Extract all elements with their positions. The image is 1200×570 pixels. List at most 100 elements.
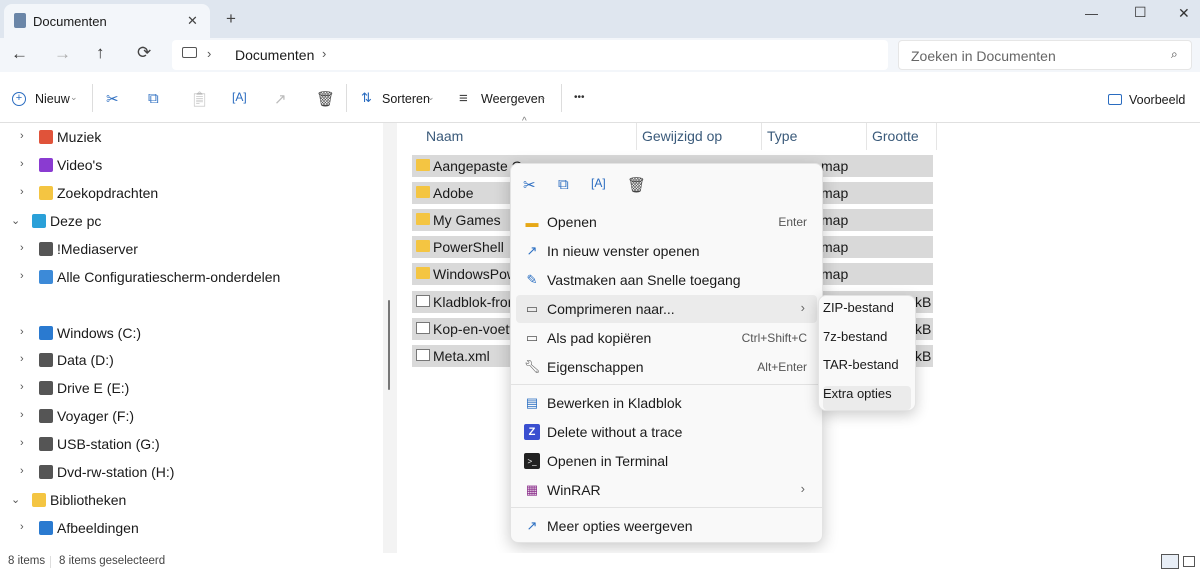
command-bar: + Nieuw ⌄ ✂ ⧉ 📋︎ [A] ↗ 🗑︎ ⇅ Sorteren ⌄ ≡…: [0, 72, 1200, 123]
file-size: kB: [915, 293, 932, 310]
sidebar-item-bibliotheken[interactable]: ⌄ Bibliotheken: [0, 488, 380, 512]
windows-drive-icon: [39, 326, 53, 340]
sidebar-item-windows-c[interactable]: › Windows (C:): [0, 321, 380, 345]
file-type: map: [821, 158, 849, 174]
menu-item-eigenschappen[interactable]: 🔧︎ Eigenschappen Alt+Enter: [516, 353, 817, 381]
menu-item-label: Meer opties weergeven: [547, 518, 693, 534]
paste-icon[interactable]: 📋︎: [190, 90, 209, 108]
view-button[interactable]: Weergeven: [481, 92, 545, 106]
file-type: map: [821, 212, 849, 229]
tab-close-icon[interactable]: ✕: [187, 13, 198, 29]
submenu-item-label: TAR-bestand: [823, 357, 899, 373]
chevron-down-icon[interactable]: ⌄: [11, 493, 20, 506]
submenu-item-extra-opties[interactable]: Extra opties: [823, 386, 911, 411]
rename-icon[interactable]: [A]: [591, 176, 606, 190]
sidebar-item-drive-e-e[interactable]: › Drive E (E:): [0, 376, 380, 400]
back-button[interactable]: ←: [11, 44, 28, 64]
column-size[interactable]: Grootte: [872, 128, 919, 144]
sidebar-item-data-d[interactable]: › Data (D:): [0, 348, 380, 372]
menu-item-als-pad-kopi-ren[interactable]: ▭ Als pad kopiëren Ctrl+Shift+C: [516, 324, 817, 352]
scrollbar-thumb[interactable]: [388, 300, 390, 390]
sidebar-item-zoekopdrachten[interactable]: › Zoekopdrachten: [0, 181, 380, 205]
chevron-right-icon[interactable]: ›: [20, 158, 24, 170]
copy-icon[interactable]: ⧉: [558, 176, 569, 193]
chevron-right-icon[interactable]: ›: [20, 242, 24, 254]
chevron-right-icon[interactable]: ›: [20, 353, 24, 365]
sidebar-item--mediaserver[interactable]: › !Mediaserver: [0, 237, 380, 261]
menu-item-vastmaken-aan-snelle-toegang[interactable]: ✎ Vastmaken aan Snelle toegang: [516, 266, 817, 294]
up-button[interactable]: ↑: [96, 43, 105, 63]
preview-button[interactable]: Voorbeeld: [1129, 93, 1185, 107]
menu-item-openen-in-terminal[interactable]: >_ Openen in Terminal: [516, 447, 817, 475]
rename-icon[interactable]: [A]: [232, 90, 247, 104]
menu-item-delete-without-a-trace[interactable]: Z Delete without a trace: [516, 418, 817, 446]
menu-item-label: Als pad kopiëren: [547, 330, 652, 346]
sort-button[interactable]: Sorteren: [382, 92, 430, 106]
file-size: kB: [915, 320, 932, 337]
tiles-view-button[interactable]: [1183, 556, 1195, 567]
menu-item-comprimeren-naar[interactable]: ▭ Comprimeren naar... ›: [516, 295, 817, 323]
column-name[interactable]: Naam: [426, 128, 463, 144]
search-input[interactable]: Zoeken in Documenten ⌕: [898, 40, 1192, 70]
cut-icon[interactable]: ✂: [523, 176, 536, 194]
chevron-right-icon[interactable]: ›: [20, 270, 24, 282]
cut-icon[interactable]: ✂: [106, 90, 119, 108]
delete-icon[interactable]: 🗑︎: [316, 90, 335, 108]
sidebar-item-dvd-rw-station-h[interactable]: › Dvd-rw-station (H:): [0, 460, 380, 484]
navigation-pane-scrollbar[interactable]: [383, 123, 397, 553]
chevron-right-icon[interactable]: ›: [20, 130, 24, 142]
menu-item-bewerken-in-kladblok[interactable]: ▤ Bewerken in Kladblok: [516, 389, 817, 417]
submenu-item-7z-bestand[interactable]: 7z-bestand: [823, 329, 911, 353]
sidebar-item-deze-pc[interactable]: ⌄ Deze pc: [0, 209, 380, 233]
sidebar-item-label: Drive E (E:): [57, 380, 130, 396]
menu-item-meer-opties-weergeven[interactable]: ↗ Meer opties weergeven: [516, 512, 817, 540]
breadcrumb-documenten[interactable]: Documenten: [235, 47, 314, 63]
folder-icon: [32, 493, 46, 507]
sidebar-item-label: !Mediaserver: [57, 241, 138, 257]
minimize-button[interactable]: —: [1085, 6, 1098, 21]
chevron-right-icon[interactable]: ›: [20, 521, 24, 533]
sidebar-item-afbeeldingen[interactable]: › Afbeeldingen: [0, 516, 380, 540]
chevron-right-icon[interactable]: ›: [20, 381, 24, 393]
chevron-right-icon[interactable]: ›: [20, 326, 24, 338]
search-placeholder: Zoeken in Documenten: [911, 48, 1056, 64]
close-window-button[interactable]: ✕: [1178, 5, 1190, 22]
menu-item-winrar[interactable]: ▦ WinRAR ›: [516, 476, 817, 504]
music-icon: [39, 130, 53, 144]
file-type: map: [821, 266, 849, 283]
details-view-button[interactable]: [1161, 554, 1179, 569]
forward-button[interactable]: →: [54, 44, 71, 64]
copy-icon[interactable]: ⧉: [148, 90, 159, 107]
chevron-right-icon[interactable]: ›: [322, 46, 326, 61]
submenu-item-tar-bestand[interactable]: TAR-bestand: [823, 357, 911, 381]
maximize-button[interactable]: ☐: [1134, 4, 1147, 21]
column-type[interactable]: Type: [767, 128, 797, 144]
chevron-right-icon[interactable]: ›: [20, 409, 24, 421]
address-bar[interactable]: › Documenten ›: [172, 40, 888, 70]
chevron-right-icon[interactable]: ›: [20, 186, 24, 198]
menu-item-in-nieuw-venster-openen[interactable]: ↗ In nieuw venster openen: [516, 237, 817, 265]
delete-icon[interactable]: 🗑︎: [627, 176, 646, 194]
new-tab-button[interactable]: +: [226, 9, 236, 29]
sidebar-item-label: Alle Configuratiescherm-onderdelen: [57, 269, 281, 285]
search-icon: ⌕: [1171, 47, 1178, 61]
submenu-item-zip-bestand[interactable]: ZIP-bestand: [823, 300, 911, 324]
sidebar-item-alle-configuratiescherm-onderdelen[interactable]: › Alle Configuratiescherm-onderdelen: [0, 265, 380, 289]
sidebar-item-voyager-f[interactable]: › Voyager (F:): [0, 404, 380, 428]
chevron-down-icon[interactable]: ⌄: [11, 214, 20, 227]
menu-item-label: Delete without a trace: [547, 424, 683, 440]
new-button[interactable]: Nieuw: [35, 92, 70, 106]
control-panel-icon: [39, 270, 53, 284]
more-options-icon: ↗: [526, 518, 538, 533]
chevron-right-icon[interactable]: ›: [20, 437, 24, 449]
sidebar-item-usb-station-g[interactable]: › USB-station (G:): [0, 432, 380, 456]
sidebar-item-video-s[interactable]: › Video's: [0, 153, 380, 177]
chevron-right-icon[interactable]: ›: [20, 465, 24, 477]
refresh-button[interactable]: ⟳: [137, 43, 151, 63]
share-icon[interactable]: ↗: [274, 90, 287, 108]
tab-documenten[interactable]: Documenten ✕: [4, 4, 210, 38]
more-button[interactable]: •••: [574, 92, 585, 103]
menu-item-openen[interactable]: ▬ Openen Enter: [516, 208, 817, 236]
sidebar-item-muziek[interactable]: › Muziek: [0, 125, 380, 149]
column-modified[interactable]: Gewijzigd op: [642, 128, 722, 144]
